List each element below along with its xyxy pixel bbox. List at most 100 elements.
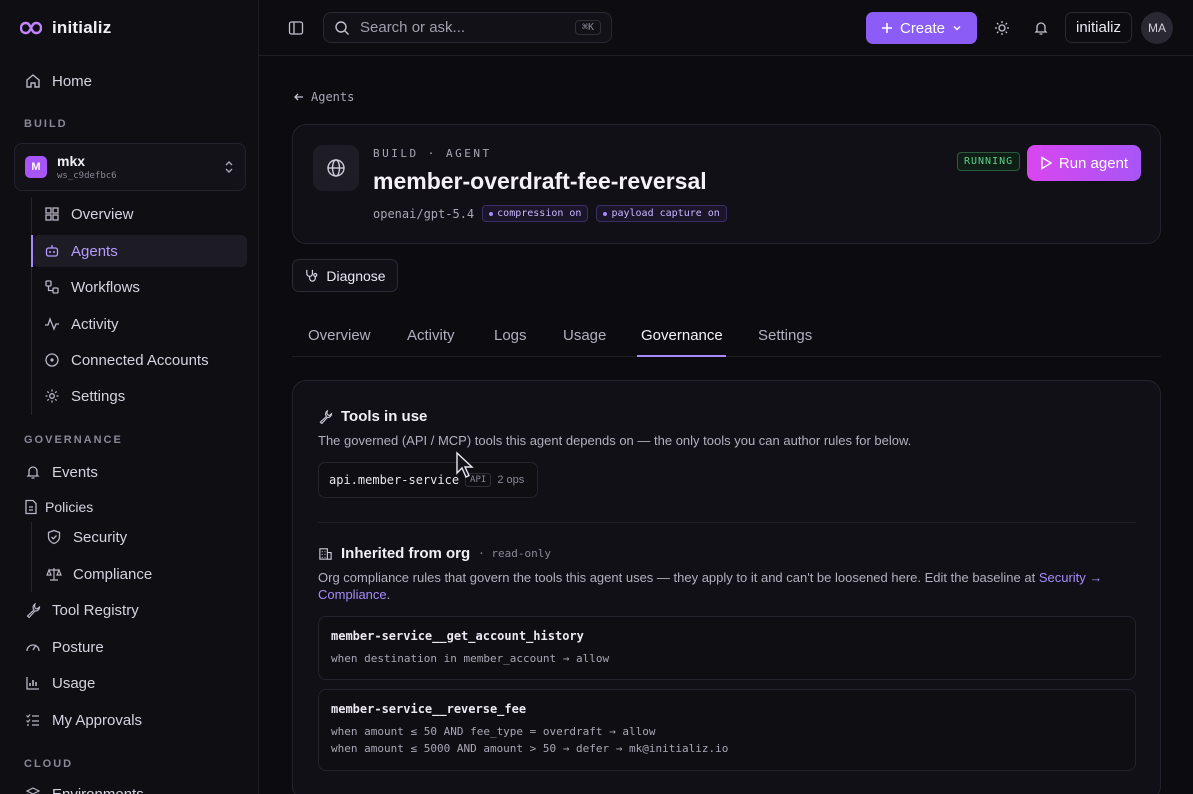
tag-compression: compression on [482, 205, 589, 222]
plus-icon [881, 22, 893, 34]
org-switcher[interactable]: initializ [1065, 12, 1132, 43]
sidebar-item-usage[interactable]: Usage [24, 667, 95, 699]
workflow-icon [43, 278, 61, 296]
active-tab-underline [637, 355, 726, 357]
sidebar-item-label: Activity [71, 315, 119, 333]
agent-header-card: BUILD · AGENT member-overdraft-fee-rever… [292, 124, 1161, 244]
gauge-icon [24, 638, 42, 656]
rule-condition: when amount ≤ 50 AND fee_type = overdraf… [331, 725, 656, 738]
sidebar-item-label: Settings [71, 387, 126, 405]
sidebar-item-compliance[interactable]: Compliance [45, 558, 152, 590]
sidebar-item-label: My Approvals [52, 711, 143, 729]
run-agent-button[interactable]: Run agent [1027, 145, 1141, 181]
bar-chart-icon [24, 674, 42, 692]
sidebar-item-security[interactable]: Security [45, 521, 127, 553]
sidebar-item-label: Compliance [73, 565, 153, 583]
stethoscope-icon [304, 268, 319, 283]
sidebar-item-connected-accounts[interactable]: Connected Accounts [43, 344, 209, 376]
section-divider [318, 522, 1136, 523]
sidebar-item-label: Security [73, 528, 128, 546]
tab-governance[interactable]: Governance [641, 327, 723, 357]
scale-icon [45, 565, 63, 583]
layers-icon [24, 785, 42, 794]
gear-icon [43, 387, 61, 405]
infinity-logo-icon [20, 21, 42, 35]
sidebar-item-home[interactable]: Home [24, 65, 92, 97]
active-indicator [31, 235, 33, 267]
agent-title: member-overdraft-fee-reversal [373, 168, 707, 194]
sidebar-item-label: Posture [52, 638, 104, 656]
sidebar-item-tool-registry[interactable]: Tool Registry [24, 594, 139, 626]
tab-activity[interactable]: Activity [407, 327, 455, 357]
chevron-down-icon [952, 23, 962, 33]
shield-icon [45, 528, 63, 546]
inherited-title: Inherited from org [341, 545, 471, 562]
notifications-button[interactable] [1026, 13, 1056, 43]
sidebar-item-label: Agents [71, 242, 118, 260]
section-label-governance: GOVERNANCE [24, 434, 123, 446]
tab-usage[interactable]: Usage [563, 327, 606, 357]
rule-card[interactable]: member-service__reverse_fee when amount … [318, 689, 1136, 771]
sidebar-item-workflows[interactable]: Workflows [43, 271, 140, 303]
arrow-left-icon [293, 91, 305, 103]
sidebar-item-label: Tool Registry [52, 601, 139, 619]
sidebar-item-policies[interactable]: Policies [24, 492, 93, 522]
sidebar-item-events[interactable]: Events [24, 456, 98, 488]
search-icon [334, 20, 350, 36]
workspace-avatar: M [25, 156, 47, 178]
agent-model: openai/gpt-5.4 [373, 206, 475, 221]
bell-icon [24, 463, 42, 481]
rule-condition: when destination in member_account → all… [331, 652, 610, 665]
sidebar-item-activity[interactable]: Activity [43, 308, 119, 340]
sidebar: initializ Home BUILD M mkx ws_c9defbc6 O… [0, 0, 259, 794]
section-label-cloud: CLOUD [24, 758, 74, 770]
back-label: Agents [311, 90, 355, 104]
bot-icon [43, 242, 61, 260]
document-icon [24, 498, 38, 516]
tab-settings[interactable]: Settings [758, 327, 812, 357]
search-placeholder: Search or ask... [360, 19, 466, 36]
sidebar-panel-icon [288, 20, 304, 36]
play-icon [1040, 156, 1052, 170]
home-icon [24, 72, 42, 90]
tool-name: api.member-service [329, 473, 460, 487]
sidebar-item-overview[interactable]: Overview [43, 198, 247, 230]
theme-toggle-button[interactable] [987, 13, 1017, 43]
search-input[interactable]: Search or ask... ⌘K [323, 12, 612, 43]
rule-condition: when amount ≤ 5000 AND amount > 50 → def… [331, 742, 729, 755]
link-circle-icon [43, 351, 61, 369]
workspace-id: ws_c9defbc6 [57, 171, 117, 181]
sidebar-item-environments[interactable]: Environments [24, 778, 144, 794]
governance-panel: Tools in use The governed (API / MCP) to… [292, 380, 1161, 794]
tools-in-use-heading: Tools in use [318, 408, 427, 425]
user-avatar[interactable]: MA [1141, 12, 1173, 44]
tool-chip-member-service[interactable]: api.member-service API 2 ops [318, 462, 538, 498]
section-label-build: BUILD [24, 118, 68, 130]
sidebar-item-label: Workflows [71, 278, 140, 296]
diagnose-button[interactable]: Diagnose [292, 259, 398, 292]
tool-ops-count: 2 ops [497, 474, 525, 486]
run-agent-label: Run agent [1058, 154, 1129, 172]
sidebar-item-my-approvals[interactable]: My Approvals [24, 704, 142, 736]
sidebar-item-settings[interactable]: Settings [43, 380, 125, 412]
sidebar-toggle-button[interactable] [281, 13, 311, 43]
agent-meta: openai/gpt-5.4 compression on payload ca… [373, 205, 727, 222]
create-button[interactable]: Create [866, 12, 977, 44]
brand-name: initializ [52, 18, 112, 37]
rule-card[interactable]: member-service__get_account_history when… [318, 616, 1136, 680]
brand[interactable]: initializ [20, 16, 111, 40]
sidebar-item-agents[interactable]: Agents [33, 235, 247, 267]
tab-overview[interactable]: Overview [308, 327, 371, 357]
sidebar-item-posture[interactable]: Posture [24, 631, 104, 663]
sidebar-item-label: Usage [52, 674, 96, 692]
agent-eyebrow: BUILD · AGENT [373, 147, 492, 160]
chevron-up-down-icon [223, 160, 235, 174]
sidebar-item-label: Overview [71, 205, 134, 223]
workspace-switcher[interactable]: M mkx ws_c9defbc6 [14, 143, 246, 191]
create-label: Create [899, 19, 946, 37]
sidebar-item-label: Policies [45, 499, 94, 515]
subnav-line [31, 197, 32, 415]
topbar: Search or ask... ⌘K Create initializ MA [259, 0, 1193, 56]
tab-logs[interactable]: Logs [494, 327, 527, 357]
back-to-agents-link[interactable]: Agents [293, 90, 354, 104]
